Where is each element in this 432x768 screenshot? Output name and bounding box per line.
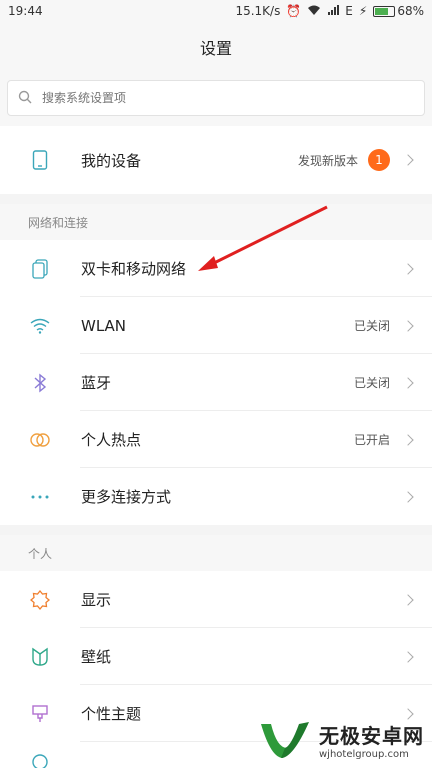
watermark-title: 无极安卓网 bbox=[319, 724, 424, 748]
annotation-arrow-icon bbox=[198, 205, 328, 271]
search-bar[interactable] bbox=[7, 80, 425, 116]
settings-item-hotspot[interactable]: 个人热点 已开启 bbox=[0, 411, 432, 468]
settings-item-bluetooth[interactable]: 蓝牙 已关闭 bbox=[0, 354, 432, 411]
settings-item-wallpaper[interactable]: 壁纸 bbox=[0, 628, 432, 685]
chevron-right-icon bbox=[402, 376, 414, 389]
settings-item-more-connections[interactable]: 更多连接方式 bbox=[0, 468, 432, 525]
wifi-icon bbox=[28, 314, 52, 338]
network-list: 双卡和移动网络 WLAN 已关闭 蓝牙 已关闭 个人热点 已开启 更多连接方式 bbox=[0, 240, 432, 525]
more-dots-icon bbox=[28, 485, 52, 509]
settings-item-value: 已关闭 bbox=[353, 319, 390, 333]
sim-card-icon bbox=[28, 257, 52, 281]
watermark: 无极安卓网 wjhotelgroup.com bbox=[257, 718, 424, 762]
chevron-right-icon bbox=[402, 593, 414, 606]
status-bar: 19:44 15.1K/s ⏰ E ⚡ 68% bbox=[0, 0, 432, 22]
chevron-right-icon bbox=[402, 490, 414, 503]
settings-item-label: 显示 bbox=[81, 591, 112, 609]
chevron-right-icon bbox=[402, 262, 414, 275]
watermark-url: wjhotelgroup.com bbox=[319, 749, 409, 760]
bluetooth-icon bbox=[28, 371, 52, 395]
chevron-right-icon bbox=[402, 650, 414, 663]
page-title: 设置 bbox=[0, 22, 432, 72]
settings-item-label: 壁纸 bbox=[81, 648, 112, 666]
battery-icon bbox=[373, 5, 396, 17]
settings-item-label: WLAN bbox=[81, 316, 127, 335]
search-input[interactable] bbox=[42, 91, 424, 105]
partial-item-icon bbox=[28, 750, 52, 768]
my-device-label: 我的设备 bbox=[81, 151, 142, 170]
my-device-row[interactable]: 我的设备 发现新版本 1 bbox=[0, 126, 432, 194]
settings-item-label: 蓝牙 bbox=[81, 374, 112, 392]
search-section bbox=[0, 72, 432, 126]
battery-indicator: 68% bbox=[373, 4, 424, 18]
battery-percent: 68% bbox=[397, 4, 424, 18]
alarm-icon: ⏰ bbox=[286, 4, 302, 18]
settings-item-display[interactable]: 显示 bbox=[0, 571, 432, 628]
status-icons: 15.1K/s ⏰ E ⚡ 68% bbox=[235, 4, 424, 19]
divider bbox=[0, 525, 432, 535]
wifi-status-icon bbox=[307, 4, 321, 19]
update-badge: 1 bbox=[368, 149, 390, 171]
section-header-personal: 个人 bbox=[0, 535, 432, 571]
search-icon bbox=[18, 89, 32, 108]
charging-icon: ⚡ bbox=[358, 4, 368, 18]
settings-item-value: 已关闭 bbox=[353, 376, 390, 390]
battery-fill bbox=[375, 7, 388, 15]
wallpaper-icon bbox=[28, 645, 52, 669]
settings-item-label: 个人热点 bbox=[81, 431, 142, 449]
network-speed: 15.1K/s bbox=[235, 4, 281, 18]
chevron-right-icon bbox=[402, 319, 414, 332]
theme-brush-icon bbox=[28, 702, 52, 726]
watermark-text: 无极安卓网 wjhotelgroup.com bbox=[319, 720, 424, 760]
update-status: 发现新版本 bbox=[297, 153, 358, 168]
settings-item-wlan[interactable]: WLAN 已关闭 bbox=[0, 297, 432, 354]
settings-item-value: 已开启 bbox=[353, 433, 390, 447]
settings-item-label: 更多连接方式 bbox=[81, 488, 172, 506]
phone-icon bbox=[28, 148, 52, 172]
status-time: 19:44 bbox=[8, 4, 43, 18]
signal-icon bbox=[327, 4, 340, 19]
brightness-icon bbox=[28, 588, 52, 612]
chevron-right-icon bbox=[402, 433, 414, 446]
my-device-card: 我的设备 发现新版本 1 bbox=[0, 126, 432, 194]
hotspot-icon bbox=[28, 428, 52, 452]
chevron-right-icon bbox=[402, 154, 414, 166]
network-type: E bbox=[345, 4, 353, 18]
watermark-logo-icon bbox=[261, 722, 309, 758]
